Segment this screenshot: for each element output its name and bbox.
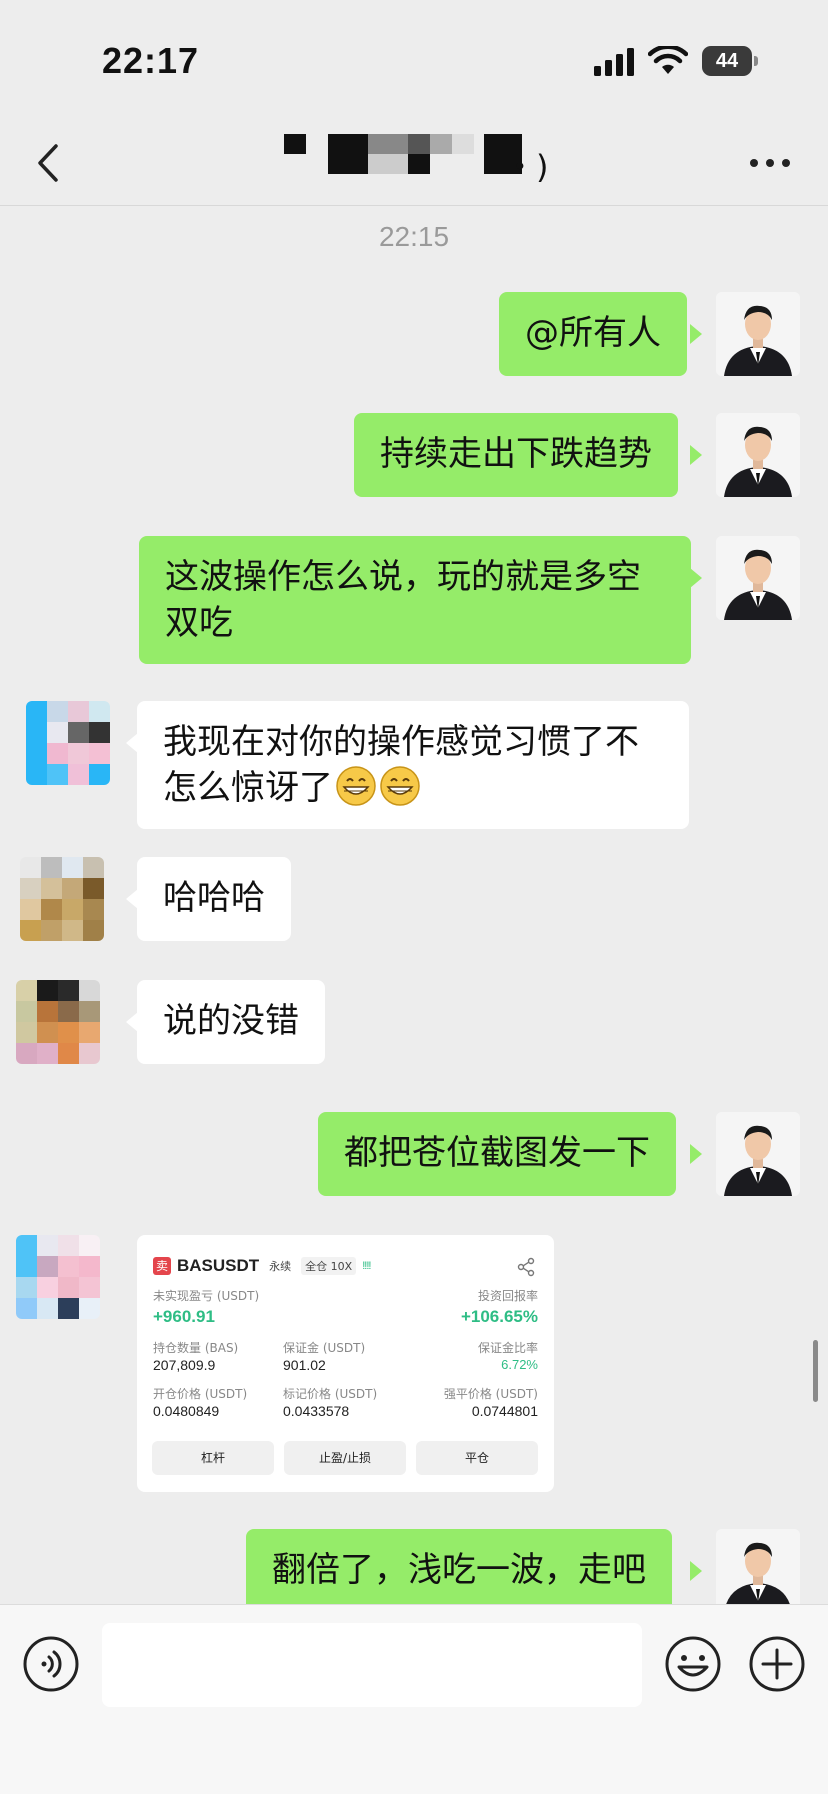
unrealized-pnl-value: +960.91 — [153, 1307, 215, 1326]
margin-ratio-label: 保证金比率 — [477, 1341, 538, 1355]
user-avatar-icon — [716, 1529, 800, 1604]
liq-price-value: 0.0744801 — [471, 1403, 538, 1419]
message-bubble-outgoing[interactable]: 翻倍了，浅吃一波，走吧 — [246, 1529, 672, 1604]
leverage-bars: !!!! — [362, 1260, 371, 1272]
roi-label: 投资回报率 — [477, 1289, 538, 1303]
avatar[interactable] — [716, 536, 800, 620]
grin-emoji-icon — [380, 766, 420, 806]
share-icon — [517, 1257, 535, 1277]
battery-icon: 44 — [702, 46, 758, 76]
message-list[interactable]: 22:15 @所有人 持续走出下跌趋势 这波操作怎么说，玩的就是多空双吃 我现在… — [0, 207, 828, 1604]
avatar[interactable] — [26, 701, 110, 785]
status-bar: 22:17 44 — [0, 0, 828, 120]
user-avatar-icon — [716, 413, 800, 497]
message-bubble-outgoing[interactable]: 持续走出下跌趋势 — [354, 413, 678, 497]
margin-value: 901.02 — [283, 1357, 326, 1373]
pixelated-avatar — [20, 857, 104, 941]
message-bubble-outgoing[interactable]: @所有人 — [499, 292, 687, 376]
entry-price-value: 0.0480849 — [153, 1403, 220, 1419]
pixelated-avatar — [26, 701, 110, 785]
cellular-signal-icon — [594, 48, 634, 76]
status-time: 22:17 — [102, 40, 200, 81]
emoji-icon[interactable] — [664, 1635, 722, 1693]
chat-header: ・) — [0, 120, 828, 206]
avatar[interactable] — [716, 292, 800, 376]
position-screenshot-image[interactable]: 卖 BASUSDT 永续 全仓 10X !!!! 未实现盈亏 (USDT) +9… — [137, 1235, 554, 1492]
close-position-button: 平仓 — [416, 1441, 538, 1475]
back-chevron-icon[interactable] — [30, 138, 70, 188]
tp-sl-button: 止盈/止损 — [284, 1441, 406, 1475]
position-size-label: 持仓数量 (BAS) — [153, 1341, 239, 1355]
symbol: BASUSDT — [177, 1256, 260, 1275]
message-bubble-incoming[interactable]: 说的没错 — [137, 980, 325, 1064]
entry-price-label: 开仓价格 (USDT) — [153, 1387, 248, 1401]
battery-level: 44 — [702, 46, 752, 76]
margin-ratio-value: 6.72% — [501, 1357, 538, 1372]
unrealized-pnl-label: 未实现盈亏 (USDT) — [153, 1289, 260, 1303]
leverage-button: 杠杆 — [152, 1441, 274, 1475]
pixelated-avatar — [16, 1235, 100, 1319]
message-input[interactable] — [102, 1623, 642, 1707]
roi-value: +106.65% — [460, 1307, 538, 1326]
avatar[interactable] — [716, 1529, 800, 1604]
avatar[interactable] — [16, 1235, 100, 1319]
voice-input-icon[interactable] — [22, 1635, 80, 1693]
more-options-icon[interactable] — [748, 148, 792, 178]
wifi-icon — [648, 46, 688, 74]
user-avatar-icon — [716, 1112, 800, 1196]
message-bubble-incoming[interactable]: 哈哈哈 — [137, 857, 291, 941]
pixelated-avatar — [16, 980, 100, 1064]
scrollbar[interactable] — [813, 1340, 818, 1402]
card-header: 卖 BASUSDT 永续 全仓 10X !!!! — [153, 1253, 538, 1279]
avatar[interactable] — [716, 1112, 800, 1196]
avatar[interactable] — [716, 413, 800, 497]
mark-price-value: 0.0433578 — [283, 1403, 350, 1419]
margin-mode: 全仓 10X — [301, 1257, 357, 1275]
avatar[interactable] — [16, 980, 100, 1064]
message-input-bar — [0, 1604, 828, 1794]
user-avatar-icon — [716, 292, 800, 376]
user-avatar-icon — [716, 536, 800, 620]
liq-price-label: 强平价格 (USDT) — [443, 1387, 538, 1401]
chat-title-suffix: ・) — [504, 148, 549, 186]
add-attachment-icon[interactable] — [748, 1635, 806, 1693]
message-bubble-outgoing[interactable]: 这波操作怎么说，玩的就是多空双吃 — [139, 536, 691, 664]
message-timestamp: 22:15 — [378, 221, 450, 252]
margin-label: 保证金 (USDT) — [283, 1341, 366, 1355]
contract-type: 永续 — [269, 1260, 292, 1273]
message-bubble-incoming[interactable]: 我现在对你的操作感觉习惯了不怎么惊讶了 — [137, 701, 689, 829]
avatar[interactable] — [20, 857, 104, 941]
position-size-value: 207,809.9 — [153, 1357, 216, 1373]
sell-tag: 卖 — [153, 1257, 171, 1275]
grin-emoji-icon — [336, 766, 376, 806]
message-bubble-outgoing[interactable]: 都把苍位截图发一下 — [318, 1112, 676, 1196]
mark-price-label: 标记价格 (USDT) — [283, 1387, 378, 1401]
